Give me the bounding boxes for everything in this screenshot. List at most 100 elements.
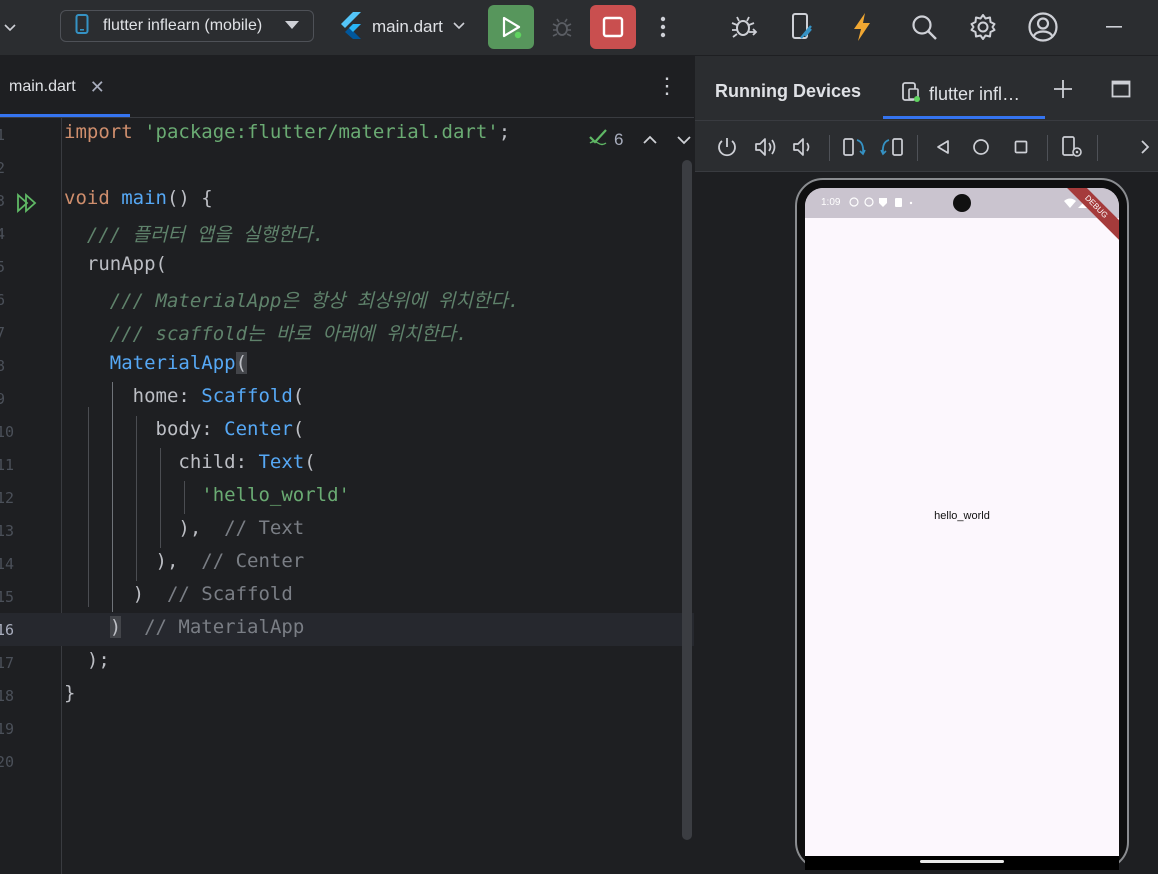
camera-cutout: [953, 194, 971, 212]
code-token: (: [235, 352, 248, 374]
volume-down-icon[interactable]: [791, 135, 815, 159]
gesture-pill[interactable]: [920, 860, 1004, 863]
debug-bug-icon[interactable]: [548, 12, 576, 42]
code-line: 18 }: [0, 679, 694, 712]
code-token: ),: [155, 550, 179, 572]
code-token: 'package:flutter/material.dart': [144, 121, 499, 143]
active-tab-indicator: [883, 116, 1045, 119]
code-token: /// MaterialApp은 항상 최상위에 위치한다.: [109, 290, 520, 312]
code-line: 20: [0, 745, 694, 778]
home-icon[interactable]: [969, 135, 993, 159]
code-editor[interactable]: 6 1 import 'package:flutter/material.dar…: [0, 118, 694, 874]
phone-frame[interactable]: 1:09 DEBUG hello_world: [795, 178, 1129, 870]
code-token: // Scaffold: [166, 583, 293, 605]
rotate-right-icon[interactable]: [879, 135, 905, 159]
code-line: 10 body: Center(: [0, 415, 694, 448]
rotate-left-icon[interactable]: [841, 135, 867, 159]
line-number: 18: [0, 687, 15, 705]
toolbar-separator: [1047, 135, 1048, 161]
line-number: 1: [0, 126, 6, 144]
device-icon: [901, 81, 921, 108]
run-config-label: main.dart: [372, 17, 443, 36]
code-token: 'hello_world': [201, 484, 350, 506]
line-number: 7: [0, 324, 6, 342]
code-line: 8 MaterialApp(: [0, 349, 694, 382]
more-actions-icon[interactable]: ⋮: [656, 75, 678, 97]
code-line: 15 ) // Scaffold: [0, 580, 694, 613]
code-token: );: [86, 649, 110, 671]
code-token: // Center: [201, 550, 305, 572]
code-token: ): [109, 616, 122, 638]
code-token: (: [304, 451, 316, 473]
code-token: runApp(: [86, 253, 167, 275]
code-token: (: [292, 418, 305, 440]
search-icon[interactable]: [908, 10, 940, 44]
code-line: 7 /// scaffold는 바로 아래에 위치한다.: [0, 316, 694, 349]
line-number: 8: [0, 357, 6, 375]
code-token: Scaffold: [201, 385, 293, 407]
code-token: Center: [224, 418, 293, 440]
volume-up-icon[interactable]: [753, 135, 779, 159]
code-line: 19: [0, 712, 694, 745]
code-line: 2: [0, 151, 694, 184]
stop-button[interactable]: [590, 5, 636, 49]
power-icon[interactable]: [715, 135, 739, 159]
editor-scrollbar[interactable]: [682, 160, 692, 840]
code-token: MaterialApp: [109, 352, 236, 374]
line-number: 4: [0, 225, 6, 243]
main-toolbar: flutter inflearn (mobile) main.dart: [0, 0, 1158, 56]
device-file-icon[interactable]: [788, 10, 816, 44]
code-line: 12 'hello_world': [0, 481, 694, 514]
chevron-down-icon[interactable]: [0, 14, 20, 40]
code-token: // MaterialApp: [144, 616, 305, 638]
maximize-panel-icon[interactable]: [1109, 76, 1133, 102]
chevron-right-icon[interactable]: [1135, 135, 1155, 159]
tab-main-dart[interactable]: main.dart ✕: [0, 56, 130, 118]
hot-reload-icon[interactable]: [848, 10, 876, 44]
code-line: 9 home: Scaffold(: [0, 382, 694, 415]
code-token: void: [64, 187, 110, 209]
line-number: 19: [0, 720, 15, 738]
overview-icon[interactable]: [1009, 135, 1033, 159]
code-token: body:: [155, 418, 225, 440]
code-token: import: [64, 121, 133, 143]
code-token: () {: [166, 187, 213, 209]
running-devices-header: Running Devices flutter infl…: [695, 56, 1158, 120]
running-devices-panel: Running Devices flutter infl… 1:09 DEBUG…: [694, 56, 1158, 874]
line-number: 3: [0, 192, 6, 210]
line-number: 11: [0, 456, 15, 474]
phone-screen[interactable]: 1:09 DEBUG hello_world: [805, 188, 1119, 856]
device-tab[interactable]: flutter infl…: [901, 81, 1020, 108]
run-button[interactable]: [488, 5, 534, 49]
code-token: main: [121, 187, 167, 209]
run-config-selector[interactable]: main.dart: [338, 11, 467, 42]
code-token: // Text: [224, 517, 305, 539]
status-notification-icons: [849, 196, 919, 211]
gear-icon[interactable]: [966, 10, 1000, 44]
line-number: 12: [0, 489, 15, 507]
attach-debugger-icon[interactable]: [728, 10, 760, 44]
code-token: Text: [258, 451, 305, 473]
code-token: }: [64, 682, 76, 704]
device-settings-icon[interactable]: [1059, 135, 1085, 159]
device-toolbar: [695, 120, 1158, 172]
code-line: 5 runApp(: [0, 250, 694, 283]
more-actions-icon[interactable]: [652, 12, 674, 42]
add-icon[interactable]: [1051, 76, 1075, 102]
code-line-current: 16 ) // MaterialApp: [0, 613, 694, 646]
editor-tab-bar: main.dart ✕ ⋮: [0, 56, 694, 118]
code-token: (: [292, 385, 305, 407]
account-icon[interactable]: [1026, 10, 1060, 44]
device-selector[interactable]: flutter inflearn (mobile): [60, 10, 314, 42]
toolbar-separator: [829, 135, 830, 161]
code-line: 11 child: Text(: [0, 448, 694, 481]
phone-status-bar: 1:09 DEBUG: [805, 188, 1119, 244]
close-icon[interactable]: ✕: [90, 77, 105, 98]
line-number: 6: [0, 291, 6, 309]
back-icon[interactable]: [931, 135, 955, 159]
code-token: child:: [178, 451, 259, 473]
chevron-down-icon: [451, 17, 467, 38]
toolbar-separator: [917, 135, 918, 161]
minimize-icon[interactable]: [1100, 10, 1128, 44]
line-number: 17: [0, 654, 15, 672]
